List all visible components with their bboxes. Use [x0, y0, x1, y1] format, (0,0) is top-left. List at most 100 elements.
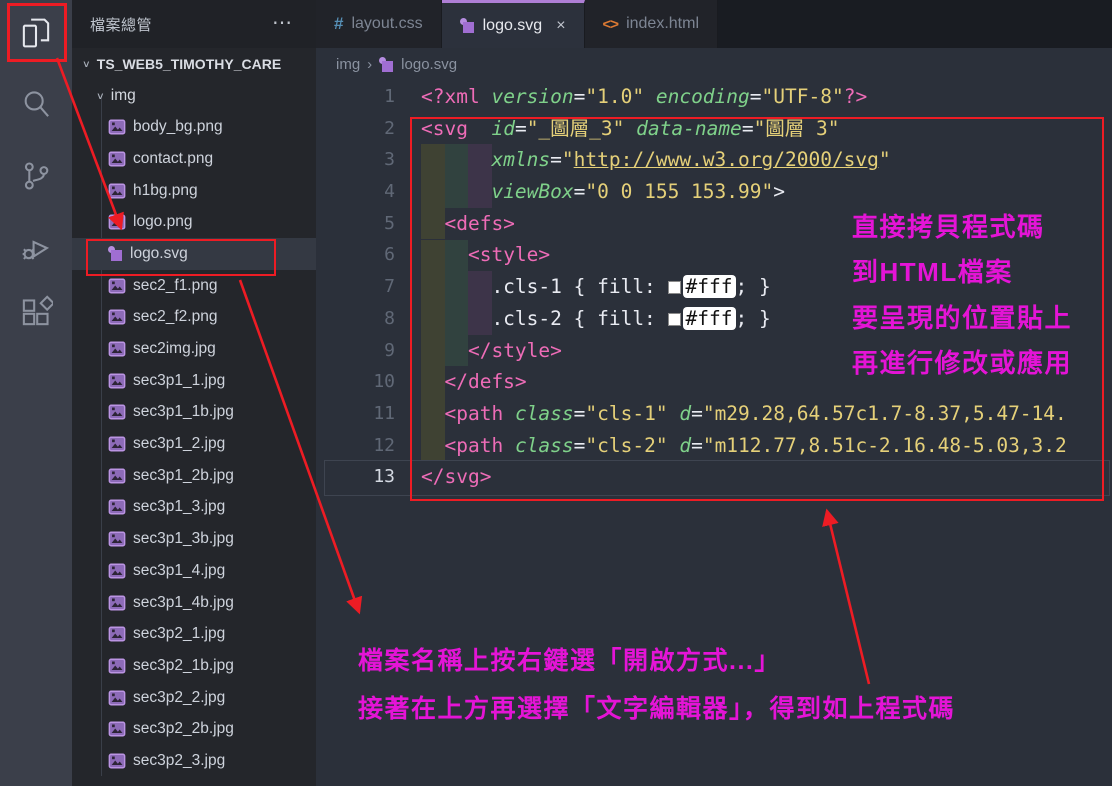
- file-row-sec2_f1.png[interactable]: sec2_f1.png: [72, 270, 316, 302]
- explorer-icon[interactable]: [0, 1, 72, 65]
- line-number[interactable]: 11: [316, 398, 395, 430]
- file-row-sec3p1_2.jpg[interactable]: sec3p1_2.jpg: [72, 428, 316, 460]
- tab-bar-empty-space: [718, 0, 1112, 48]
- tab-label: layout.css: [351, 15, 422, 33]
- explorer-sidebar: 檔案總管 ⋯ ∨ TS_WEB5_TIMOTHY_CARE ∨ img body…: [72, 0, 316, 786]
- code-line-text: .cls-1 { fill: #fff; }: [395, 271, 771, 303]
- file-row-sec3p1_3.jpg[interactable]: sec3p1_3.jpg: [72, 492, 316, 524]
- code-line-text: <?xml version="1.0" encoding="UTF-8"?>: [395, 81, 867, 113]
- html-file-icon: <>: [603, 16, 619, 33]
- search-icon[interactable]: [0, 72, 72, 136]
- file-row-sec3p1_4b.jpg[interactable]: sec3p1_4b.jpg: [72, 587, 316, 619]
- css-file-icon: #: [334, 14, 343, 34]
- sidebar-title: 檔案總管: [90, 14, 152, 35]
- file-tree: ∨ TS_WEB5_TIMOTHY_CARE ∨ img body_bg.png…: [72, 48, 316, 777]
- note-to-html: 到HTML檔案: [852, 252, 1013, 289]
- file-label: sec3p1_2b.jpg: [133, 467, 234, 485]
- file-row-sec3p2_1.jpg[interactable]: sec3p2_1.jpg: [72, 618, 316, 650]
- file-row-contact.png[interactable]: contact.png: [72, 143, 316, 175]
- file-row-sec3p2_3.jpg[interactable]: sec3p2_3.jpg: [72, 745, 316, 777]
- source-control-icon[interactable]: [0, 144, 72, 208]
- line-number[interactable]: 12: [316, 430, 395, 462]
- image-file-icon: [108, 594, 126, 612]
- file-row-sec3p2_1b.jpg[interactable]: sec3p2_1b.jpg: [72, 650, 316, 682]
- image-file-icon: [108, 340, 126, 358]
- svg-file-icon: [379, 57, 394, 72]
- folder-label: img: [111, 87, 136, 105]
- line-number[interactable]: 5: [316, 208, 395, 240]
- svg-file-icon: [460, 18, 475, 33]
- image-file-icon: [108, 435, 126, 453]
- file-label: logo.svg: [130, 245, 188, 263]
- color-swatch-icon[interactable]: [668, 281, 681, 294]
- code-line-3[interactable]: 3 xmlns="http://www.w3.org/2000/svg": [316, 144, 1112, 176]
- activity-bar: [0, 0, 72, 786]
- code-line-1[interactable]: 1<?xml version="1.0" encoding="UTF-8"?>: [316, 81, 1112, 113]
- file-label: sec2_f1.png: [133, 277, 217, 295]
- line-number[interactable]: 13: [316, 461, 395, 493]
- file-row-sec3p1_2b.jpg[interactable]: sec3p1_2b.jpg: [72, 460, 316, 492]
- file-row-sec3p2_2b.jpg[interactable]: sec3p2_2b.jpg: [72, 713, 316, 745]
- code-editor[interactable]: 1<?xml version="1.0" encoding="UTF-8"?>2…: [316, 81, 1112, 786]
- color-swatch-icon[interactable]: [668, 313, 681, 326]
- file-label: contact.png: [133, 150, 213, 168]
- code-line-12[interactable]: 12 <path class="cls-2" d="m112.77,8.51c-…: [316, 430, 1112, 462]
- line-number[interactable]: 9: [316, 335, 395, 367]
- tab-logo-svg[interactable]: logo.svg ×: [442, 0, 585, 48]
- image-file-icon: [108, 689, 126, 707]
- file-label: sec3p2_1.jpg: [133, 625, 225, 643]
- file-row-sec3p2_2.jpg[interactable]: sec3p2_2.jpg: [72, 682, 316, 714]
- extensions-icon[interactable]: [0, 280, 72, 344]
- image-file-icon: [108, 118, 126, 136]
- close-icon[interactable]: ×: [556, 17, 565, 35]
- file-row-sec2_f2.png[interactable]: sec2_f2.png: [72, 302, 316, 334]
- chevron-down-icon: ∨: [82, 58, 91, 69]
- files-icon: [19, 16, 53, 50]
- image-file-icon: [108, 625, 126, 643]
- breadcrumb-file[interactable]: logo.svg: [401, 56, 457, 73]
- vscode-window: 檔案總管 ⋯ ∨ TS_WEB5_TIMOTHY_CARE ∨ img body…: [0, 0, 1112, 786]
- file-row-sec2img.jpg[interactable]: sec2img.jpg: [72, 333, 316, 365]
- tab-index-html[interactable]: <> index.html: [585, 0, 718, 48]
- code-line-2[interactable]: 2<svg id="_圖層_3" data-name="圖層 3": [316, 113, 1112, 145]
- run-debug-icon[interactable]: [0, 216, 72, 280]
- file-row-body_bg.png[interactable]: body_bg.png: [72, 111, 316, 143]
- code-line-13[interactable]: 13</svg>: [316, 461, 1112, 493]
- file-label: h1bg.png: [133, 182, 198, 200]
- code-line-4[interactable]: 4 viewBox="0 0 155 153.99">: [316, 176, 1112, 208]
- line-number[interactable]: 3: [316, 144, 395, 176]
- more-actions-icon[interactable]: ⋯: [272, 10, 294, 35]
- file-label: logo.png: [133, 213, 192, 231]
- code-line-text: </style>: [395, 335, 562, 367]
- line-number[interactable]: 10: [316, 366, 395, 398]
- breadcrumb-folder[interactable]: img: [336, 56, 360, 73]
- line-number[interactable]: 8: [316, 303, 395, 335]
- tree-folder-img[interactable]: ∨ img: [72, 80, 316, 112]
- file-row-sec3p1_1.jpg[interactable]: sec3p1_1.jpg: [72, 365, 316, 397]
- file-row-sec3p1_4.jpg[interactable]: sec3p1_4.jpg: [72, 555, 316, 587]
- file-row-sec3p1_1b.jpg[interactable]: sec3p1_1b.jpg: [72, 397, 316, 429]
- file-row-logo.svg[interactable]: logo.svg: [72, 238, 316, 270]
- breadcrumb-separator-icon: ›: [367, 56, 372, 73]
- file-row-sec3p1_3b.jpg[interactable]: sec3p1_3b.jpg: [72, 523, 316, 555]
- code-line-text: <path class="cls-2" d="m112.77,8.51c-2.1…: [395, 430, 1067, 462]
- code-line-text: viewBox="0 0 155 153.99">: [395, 176, 785, 208]
- code-line-text: </defs>: [395, 366, 527, 398]
- line-number[interactable]: 2: [316, 113, 395, 145]
- line-number[interactable]: 4: [316, 176, 395, 208]
- tree-root-folder[interactable]: ∨ TS_WEB5_TIMOTHY_CARE: [72, 48, 316, 80]
- file-row-logo.png[interactable]: logo.png: [72, 206, 316, 238]
- file-label: sec3p1_3b.jpg: [133, 530, 234, 548]
- line-number[interactable]: 1: [316, 81, 395, 113]
- file-row-h1bg.png[interactable]: h1bg.png: [72, 175, 316, 207]
- tab-layout-css[interactable]: # layout.css: [316, 0, 442, 48]
- line-number[interactable]: 7: [316, 271, 395, 303]
- code-line-text: <style>: [395, 239, 550, 271]
- image-file-icon: [108, 657, 126, 675]
- file-label: sec3p1_1b.jpg: [133, 403, 234, 421]
- line-number[interactable]: 6: [316, 239, 395, 271]
- image-file-icon: [108, 213, 126, 231]
- tab-label: logo.svg: [483, 17, 543, 35]
- code-line-11[interactable]: 11 <path class="cls-1" d="m29.28,64.57c1…: [316, 398, 1112, 430]
- file-label: sec3p2_1b.jpg: [133, 657, 234, 675]
